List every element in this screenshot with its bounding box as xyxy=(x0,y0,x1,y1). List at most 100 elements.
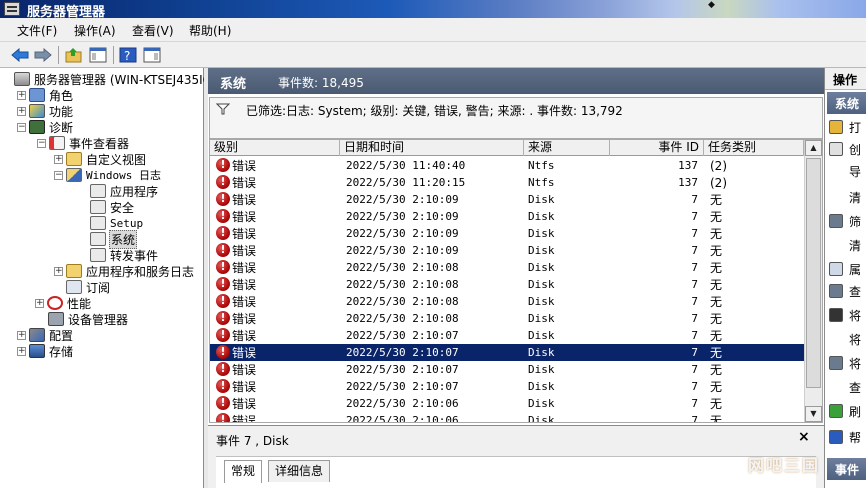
expand-icon[interactable]: + xyxy=(17,346,26,356)
table-row[interactable]: ! 错误 2022/5/30 2:10:07 Disk 7 无 xyxy=(210,378,804,395)
table-row[interactable]: ! 错误 2022/5/30 2:10:06 Disk 7 无 xyxy=(210,395,804,412)
column-source[interactable]: 来源 xyxy=(524,140,610,156)
action-label: 属 xyxy=(849,262,862,277)
cell-datetime: 2022/5/30 2:10:08 xyxy=(346,261,459,274)
cell-source: Disk xyxy=(528,346,555,359)
column-task-category[interactable]: 任务类别 xyxy=(704,140,804,156)
caption-arrow-icon[interactable]: ◆ xyxy=(708,0,715,10)
expand-icon[interactable]: + xyxy=(35,298,44,308)
action-item[interactable]: 创 xyxy=(829,140,866,158)
tree-node-application[interactable]: 应用程序 xyxy=(90,183,159,199)
tree-node-custom-views[interactable]: + 自定义视图 xyxy=(54,151,147,167)
error-icon: ! xyxy=(216,226,230,240)
table-row[interactable]: ! 错误 2022/5/30 2:10:09 Disk 7 无 xyxy=(210,208,804,225)
action-item[interactable]: 刷 xyxy=(829,402,866,420)
collapse-icon[interactable]: − xyxy=(17,122,26,132)
action-item[interactable]: 属 xyxy=(829,260,866,278)
table-row[interactable]: ! 错误 2022/5/30 2:10:08 Disk 7 无 xyxy=(210,276,804,293)
expand-icon[interactable]: + xyxy=(54,266,63,276)
scroll-down-arrow-icon[interactable]: ▼ xyxy=(805,406,822,422)
cell-source: Disk xyxy=(528,278,555,291)
tree-node-security[interactable]: 安全 xyxy=(90,199,135,215)
table-row-selected[interactable]: ! 错误 2022/5/30 2:10:07 Disk 7 无 xyxy=(210,344,804,361)
cell-source: Disk xyxy=(528,329,555,342)
action-item[interactable]: 导 xyxy=(829,162,866,180)
cell-event-id: 7 xyxy=(691,244,698,257)
action-item[interactable]: 将 xyxy=(829,306,866,324)
tree-node-system[interactable]: 系统 xyxy=(90,229,138,249)
action-item[interactable]: 清 xyxy=(829,236,866,254)
error-icon: ! xyxy=(216,260,230,274)
table-row[interactable]: ! 错误 2022/5/30 2:10:08 Disk 7 无 xyxy=(210,259,804,276)
action-item[interactable]: 将 xyxy=(829,354,866,372)
tab-details[interactable]: 详细信息 xyxy=(268,460,331,482)
error-icon: ! xyxy=(216,396,230,410)
table-row[interactable]: ! 错误 2022/5/30 11:40:40 Ntfs 137 (2) xyxy=(210,157,804,174)
performance-icon xyxy=(47,296,63,310)
cell-task-category: 无 xyxy=(710,380,723,394)
menu-file[interactable]: 文件(F) xyxy=(17,22,57,39)
close-detail-button[interactable]: × xyxy=(798,429,810,445)
show-hide-tree-button[interactable] xyxy=(88,45,108,65)
action-item[interactable]: 打 xyxy=(829,118,866,136)
back-button[interactable] xyxy=(10,45,30,65)
up-level-button[interactable] xyxy=(64,45,84,65)
action-item[interactable]: 清 xyxy=(829,188,866,206)
tree-node-event-viewer[interactable]: − 事件查看器 xyxy=(37,135,130,151)
tree-node-subscriptions[interactable]: 订阅 xyxy=(66,279,111,295)
menu-view[interactable]: 查看(V) xyxy=(132,22,174,39)
column-level[interactable]: 级别 xyxy=(210,140,340,156)
tree-node-roles[interactable]: + 角色 xyxy=(17,87,74,103)
action-item[interactable]: 将 xyxy=(829,330,866,348)
table-row[interactable]: ! 错误 2022/5/30 11:20:15 Ntfs 137 (2) xyxy=(210,174,804,191)
console-tree: 服务器管理器 (WIN-KTSEJ435IO + 角色 + 功能 − 诊断 − … xyxy=(0,68,212,488)
collapse-icon[interactable]: − xyxy=(54,170,63,180)
cell-task-category: (2) xyxy=(710,176,727,190)
event-grid-scrollbar[interactable]: ▲ ▼ xyxy=(804,140,822,422)
actions-section-event[interactable]: 事件 xyxy=(827,458,866,480)
table-row[interactable]: ! 错误 2022/5/30 2:10:08 Disk 7 无 xyxy=(210,293,804,310)
error-icon: ! xyxy=(216,328,230,342)
tree-node-server-manager[interactable]: 服务器管理器 (WIN-KTSEJ435IO xyxy=(14,71,213,87)
cell-task-category: 无 xyxy=(710,312,723,326)
table-row[interactable]: ! 错误 2022/5/30 2:10:06 Disk 7 无 xyxy=(210,412,804,422)
expand-icon[interactable]: + xyxy=(17,106,26,116)
scroll-up-arrow-icon[interactable]: ▲ xyxy=(805,140,822,156)
expand-icon[interactable]: + xyxy=(17,90,26,100)
tree-node-diagnostics[interactable]: − 诊断 xyxy=(17,119,74,135)
menu-help[interactable]: 帮助(H) xyxy=(189,22,231,39)
tree-node-device-manager[interactable]: 设备管理器 xyxy=(48,311,129,327)
action-item[interactable]: 筛 xyxy=(829,212,866,230)
table-row[interactable]: ! 错误 2022/5/30 2:10:09 Disk 7 无 xyxy=(210,242,804,259)
table-row[interactable]: ! 错误 2022/5/30 2:10:07 Disk 7 无 xyxy=(210,361,804,378)
log-header: 系统 事件数: 18,495 xyxy=(208,68,824,94)
tree-node-app-service-logs[interactable]: + 应用程序和服务日志 xyxy=(54,263,195,279)
show-hide-action-pane-button[interactable] xyxy=(142,45,162,65)
tree-node-windows-logs[interactable]: − Windows 日志 xyxy=(54,167,162,183)
tree-node-performance[interactable]: + 性能 xyxy=(35,295,92,311)
column-event-id[interactable]: 事件 ID xyxy=(610,140,704,156)
expand-icon[interactable]: + xyxy=(17,330,26,340)
actions-section-system[interactable]: 系统 xyxy=(827,92,866,114)
tree-node-forwarded-events[interactable]: 转发事件 xyxy=(90,247,159,263)
action-item[interactable]: 查 xyxy=(829,378,866,396)
tree-node-storage[interactable]: + 存储 xyxy=(17,343,74,359)
tree-node-configuration[interactable]: + 配置 xyxy=(17,327,74,343)
action-item[interactable]: 帮 xyxy=(829,428,866,446)
table-row[interactable]: ! 错误 2022/5/30 2:10:09 Disk 7 无 xyxy=(210,191,804,208)
storage-icon xyxy=(29,344,45,358)
table-row[interactable]: ! 错误 2022/5/30 2:10:09 Disk 7 无 xyxy=(210,225,804,242)
table-row[interactable]: ! 错误 2022/5/30 2:10:07 Disk 7 无 xyxy=(210,327,804,344)
scroll-thumb[interactable] xyxy=(806,158,821,388)
table-row[interactable]: ! 错误 2022/5/30 2:10:08 Disk 7 无 xyxy=(210,310,804,327)
expand-icon[interactable]: + xyxy=(54,154,63,164)
back-arrow-icon xyxy=(11,48,29,62)
column-datetime[interactable]: 日期和时间 xyxy=(340,140,524,156)
collapse-icon[interactable]: − xyxy=(37,138,46,148)
menu-action[interactable]: 操作(A) xyxy=(74,22,116,39)
tree-node-features[interactable]: + 功能 xyxy=(17,103,74,119)
action-item[interactable]: 查 xyxy=(829,282,866,300)
forward-button[interactable] xyxy=(33,45,53,65)
tab-general[interactable]: 常规 xyxy=(224,460,263,483)
help-button[interactable]: ? xyxy=(118,45,138,65)
